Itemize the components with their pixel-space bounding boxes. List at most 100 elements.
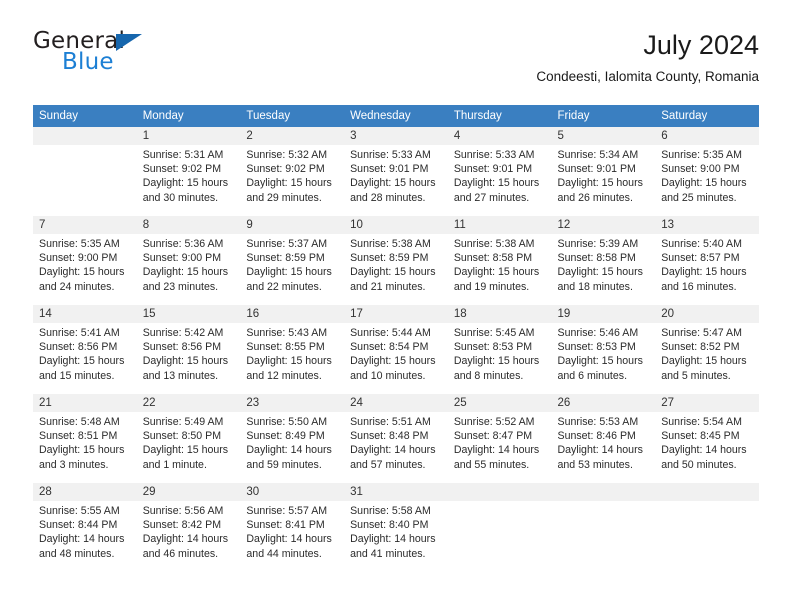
daylight-duration-line1: Daylight: 14 hours	[557, 444, 643, 457]
calendar-day[interactable]: 9 Sunrise: 5:37 AM Sunset: 8:59 PM Daylight…	[240, 216, 345, 305]
calendar-grid: Sunday Monday Tuesday Wednesday Thursday…	[33, 105, 759, 572]
calendar-day[interactable]: 28 Sunrise: 5:55 AM Sunset: 8:44 PM Dayligh…	[33, 483, 137, 572]
day-details	[655, 501, 759, 504]
sunset-time: Sunset: 8:55 PM	[246, 341, 325, 354]
day-number	[551, 483, 656, 501]
calendar-day[interactable]: 31 Sunrise: 5:58 AM Sunset: 8:40 PM Dayligh…	[344, 483, 448, 572]
sunrise-time: Sunrise: 5:38 AM	[453, 238, 535, 250]
calendar-day[interactable]: 30 Sunrise: 5:57 AM Sunset: 8:41 PM Dayligh…	[240, 483, 345, 572]
calendar-cell: 18 Sunrise: 5:45 AM Sunset: 8:53 PM Dayligh…	[447, 305, 552, 394]
daylight-duration-line2: and 10 minutes.	[350, 369, 426, 382]
daylight-duration-line2: and 13 minutes.	[142, 369, 219, 382]
calendar-day[interactable]: 11 Sunrise: 5:38 AM Sunset: 8:58 PM Dayligh…	[447, 216, 552, 305]
sunset-time: Sunset: 8:49 PM	[246, 430, 325, 443]
calendar-cell: 23 Sunrise: 5:50 AM Sunset: 8:49 PM Dayligh…	[240, 394, 345, 483]
calendar-day[interactable]: 21 Sunrise: 5:48 AM Sunset: 8:51 PM Dayligh…	[33, 394, 137, 483]
calendar-day[interactable]: 1 Sunrise: 5:31 AM Sunset: 9:02 PM Daylight…	[136, 127, 241, 216]
day-details: Sunrise: 5:33 AM Sunset: 9:01 PM Daylight:…	[448, 145, 552, 205]
day-details: Sunrise: 5:31 AM Sunset: 9:02 PM Daylight:…	[137, 145, 241, 205]
day-number: 5	[551, 127, 656, 145]
calendar-day[interactable]: 17 Sunrise: 5:44 AM Sunset: 8:54 PM Dayligh…	[344, 305, 448, 394]
day-number: 22	[136, 394, 241, 412]
calendar-body: 1 Sunrise: 5:31 AM Sunset: 9:02 PM Daylight…	[33, 127, 759, 572]
day-details	[552, 501, 656, 504]
calendar-day[interactable]: 20 Sunrise: 5:47 AM Sunset: 8:52 PM Dayligh…	[655, 305, 759, 394]
calendar-day[interactable]: 14 Sunrise: 5:41 AM Sunset: 8:56 PM Dayligh…	[33, 305, 137, 394]
calendar-day[interactable]: 15 Sunrise: 5:42 AM Sunset: 8:56 PM Dayligh…	[136, 305, 241, 394]
day-details: Sunrise: 5:40 AM Sunset: 8:57 PM Daylight:…	[655, 234, 759, 294]
calendar-day[interactable]: 23 Sunrise: 5:50 AM Sunset: 8:49 PM Dayligh…	[240, 394, 345, 483]
sunrise-time: Sunrise: 5:53 AM	[557, 416, 639, 428]
daylight-duration-line2: and 28 minutes.	[350, 191, 426, 204]
calendar-day[interactable]: 29 Sunrise: 5:56 AM Sunset: 8:42 PM Dayligh…	[136, 483, 241, 572]
calendar-day[interactable]: 25 Sunrise: 5:52 AM Sunset: 8:47 PM Dayligh…	[447, 394, 552, 483]
sunrise-time: Sunrise: 5:51 AM	[350, 416, 431, 428]
daylight-duration-line2: and 24 minutes.	[39, 280, 115, 293]
daylight-duration-line1: Daylight: 15 hours	[142, 177, 229, 190]
calendar-day[interactable]: 7 Sunrise: 5:35 AM Sunset: 9:00 PM Daylight…	[33, 216, 137, 305]
daylight-duration-line2: and 1 minute.	[142, 458, 207, 471]
day-details	[448, 501, 552, 504]
sunrise-time: Sunrise: 5:45 AM	[453, 327, 535, 339]
day-number: 18	[447, 305, 552, 323]
daylight-duration-line2: and 3 minutes.	[39, 458, 109, 471]
calendar-day[interactable]: 27 Sunrise: 5:54 AM Sunset: 8:45 PM Dayligh…	[655, 394, 759, 483]
calendar-cell: 7 Sunrise: 5:35 AM Sunset: 9:00 PM Daylight…	[33, 216, 137, 305]
day-number: 21	[33, 394, 137, 412]
daylight-duration-line1: Daylight: 14 hours	[350, 533, 436, 546]
page-subtitle: Condeesti, Ialomita County, Romania	[536, 69, 759, 84]
calendar-week-row: 21 Sunrise: 5:48 AM Sunset: 8:51 PM Dayligh…	[33, 394, 759, 483]
daylight-duration-line1: Daylight: 15 hours	[453, 355, 540, 368]
sunset-time: Sunset: 8:44 PM	[39, 519, 118, 532]
brand-logo[interactable]: General Blue	[33, 28, 293, 86]
calendar-day[interactable]: 5 Sunrise: 5:34 AM Sunset: 9:01 PM Daylight…	[551, 127, 656, 216]
calendar-cell: 13 Sunrise: 5:40 AM Sunset: 8:57 PM Dayligh…	[655, 216, 759, 305]
day-number: 23	[240, 394, 345, 412]
daylight-duration-line1: Daylight: 15 hours	[39, 266, 125, 279]
calendar-day[interactable]: 4 Sunrise: 5:33 AM Sunset: 9:01 PM Daylight…	[447, 127, 552, 216]
sunrise-time: Sunrise: 5:55 AM	[39, 505, 120, 517]
calendar-day[interactable]: 18 Sunrise: 5:45 AM Sunset: 8:53 PM Dayligh…	[447, 305, 552, 394]
sunrise-time: Sunrise: 5:33 AM	[350, 149, 431, 161]
calendar-cell: 12 Sunrise: 5:39 AM Sunset: 8:58 PM Dayligh…	[551, 216, 656, 305]
day-number: 29	[136, 483, 241, 501]
calendar-cell: 16 Sunrise: 5:43 AM Sunset: 8:55 PM Dayligh…	[240, 305, 345, 394]
calendar-day[interactable]: 26 Sunrise: 5:53 AM Sunset: 8:46 PM Dayligh…	[551, 394, 656, 483]
calendar-day[interactable]: 6 Sunrise: 5:35 AM Sunset: 9:00 PM Daylight…	[655, 127, 759, 216]
calendar-day[interactable]: 19 Sunrise: 5:46 AM Sunset: 8:53 PM Dayligh…	[551, 305, 656, 394]
calendar-cell: 24 Sunrise: 5:51 AM Sunset: 8:48 PM Dayligh…	[344, 394, 448, 483]
sunrise-time: Sunrise: 5:48 AM	[39, 416, 120, 428]
sunset-time: Sunset: 8:53 PM	[453, 341, 533, 354]
daylight-duration-line2: and 57 minutes.	[350, 458, 426, 471]
calendar-day[interactable]: 12 Sunrise: 5:39 AM Sunset: 8:58 PM Dayligh…	[551, 216, 656, 305]
daylight-duration-line1: Daylight: 15 hours	[350, 177, 436, 190]
daylight-duration-line2: and 23 minutes.	[142, 280, 219, 293]
day-details: Sunrise: 5:34 AM Sunset: 9:01 PM Daylight:…	[552, 145, 656, 205]
daylight-duration-line1: Daylight: 15 hours	[453, 177, 540, 190]
calendar-day[interactable]: 13 Sunrise: 5:40 AM Sunset: 8:57 PM Dayligh…	[655, 216, 759, 305]
calendar-cell: 19 Sunrise: 5:46 AM Sunset: 8:53 PM Dayligh…	[551, 305, 656, 394]
calendar-day[interactable]: 2 Sunrise: 5:32 AM Sunset: 9:02 PM Daylight…	[240, 127, 345, 216]
sunrise-time: Sunrise: 5:32 AM	[246, 149, 328, 161]
calendar-day[interactable]: 3 Sunrise: 5:33 AM Sunset: 9:01 PM Daylight…	[344, 127, 448, 216]
calendar-day[interactable]: 8 Sunrise: 5:36 AM Sunset: 9:00 PM Daylight…	[136, 216, 241, 305]
sunset-time: Sunset: 9:01 PM	[453, 163, 533, 176]
day-number: 17	[344, 305, 448, 323]
sunset-time: Sunset: 9:02 PM	[142, 163, 222, 176]
calendar-day[interactable]: 24 Sunrise: 5:51 AM Sunset: 8:48 PM Dayligh…	[344, 394, 448, 483]
calendar-cell: 2 Sunrise: 5:32 AM Sunset: 9:02 PM Daylight…	[240, 127, 345, 216]
day-details: Sunrise: 5:52 AM Sunset: 8:47 PM Daylight:…	[448, 412, 552, 472]
day-details: Sunrise: 5:56 AM Sunset: 8:42 PM Daylight:…	[137, 501, 241, 561]
sunset-time: Sunset: 8:48 PM	[350, 430, 429, 443]
calendar-day[interactable]: 16 Sunrise: 5:43 AM Sunset: 8:55 PM Dayligh…	[240, 305, 345, 394]
calendar-day[interactable]: 10 Sunrise: 5:38 AM Sunset: 8:59 PM Dayligh…	[344, 216, 448, 305]
day-number: 30	[240, 483, 345, 501]
day-details: Sunrise: 5:41 AM Sunset: 8:56 PM Daylight:…	[33, 323, 137, 383]
day-details: Sunrise: 5:46 AM Sunset: 8:53 PM Daylight:…	[552, 323, 656, 383]
calendar-day[interactable]: 22 Sunrise: 5:49 AM Sunset: 8:50 PM Dayligh…	[136, 394, 241, 483]
calendar-cell: 21 Sunrise: 5:48 AM Sunset: 8:51 PM Dayligh…	[33, 394, 137, 483]
daylight-duration-line2: and 41 minutes.	[350, 547, 426, 560]
daylight-duration-line2: and 16 minutes.	[661, 280, 737, 293]
calendar-cell: 27 Sunrise: 5:54 AM Sunset: 8:45 PM Dayligh…	[655, 394, 759, 483]
day-details: Sunrise: 5:55 AM Sunset: 8:44 PM Daylight:…	[33, 501, 137, 561]
